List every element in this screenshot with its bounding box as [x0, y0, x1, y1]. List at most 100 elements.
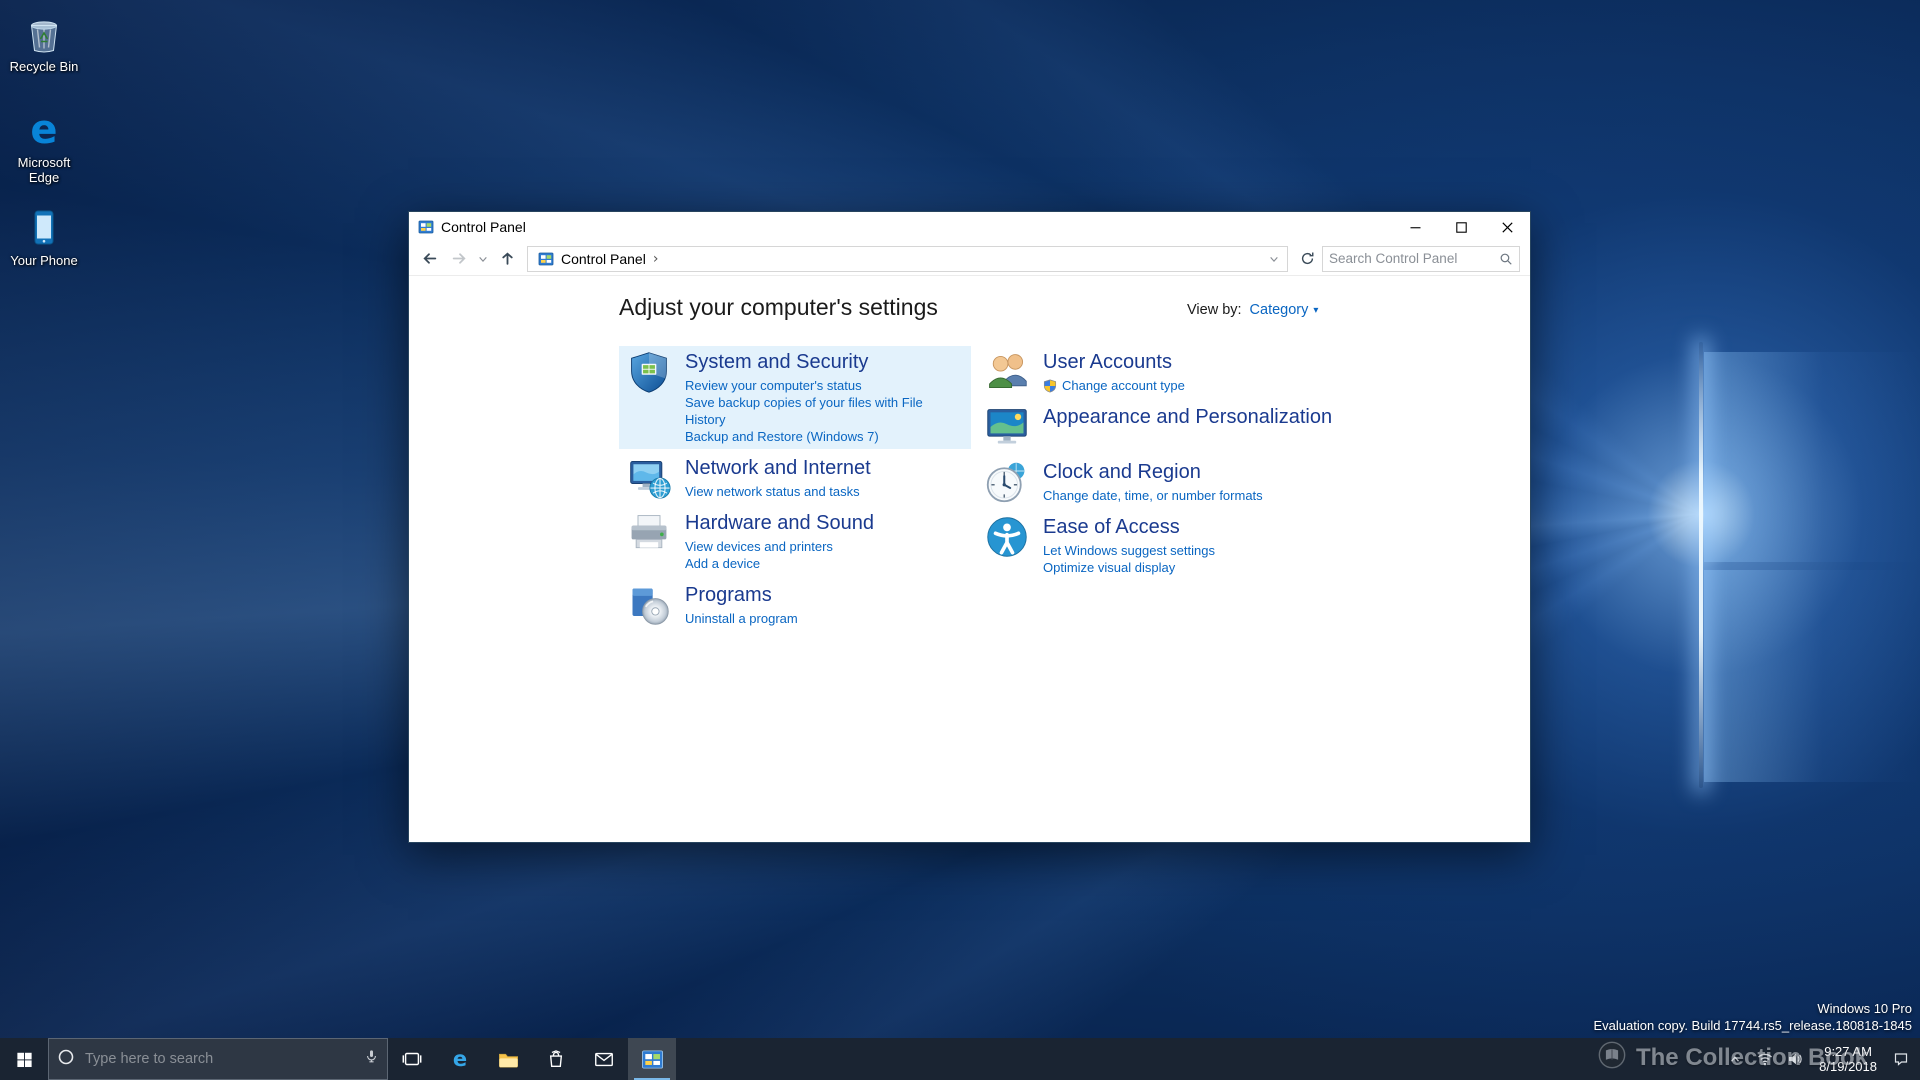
wallpaper-light-beam — [1699, 342, 1703, 788]
category-appearance-and-personalization[interactable]: Appearance and Personalization — [977, 401, 1387, 453]
category-title[interactable]: Appearance and Personalization — [1043, 405, 1332, 429]
search-icon[interactable] — [1493, 247, 1519, 271]
breadcrumb-root[interactable]: Control Panel — [561, 251, 646, 267]
cortana-icon — [57, 1048, 75, 1071]
up-icon[interactable] — [493, 245, 521, 273]
show-hidden-icons-chevron-icon[interactable] — [1722, 1038, 1748, 1080]
evaluation-watermark: Windows 10 Pro Evaluation copy. Build 17… — [1594, 1000, 1913, 1034]
clock-icon — [985, 460, 1029, 504]
title-bar[interactable]: Control Panel — [409, 212, 1530, 242]
taskbar-mail-icon[interactable] — [580, 1038, 628, 1080]
category-title[interactable]: User Accounts — [1043, 350, 1185, 374]
taskbar: e 9:27 AM 8/19/2018 — [0, 1038, 1920, 1080]
printer-icon — [627, 511, 671, 555]
task-link[interactable]: Uninstall a program — [685, 610, 798, 627]
category-title[interactable]: Programs — [685, 583, 798, 607]
window-title: Control Panel — [441, 219, 526, 235]
desktop-icon-label: Your Phone — [10, 253, 77, 268]
view-by-control: View by: Category ▾ — [1187, 302, 1318, 318]
task-link[interactable]: Change date, time, or number formats — [1043, 487, 1263, 504]
desktop: Recycle Bin e Microsoft Edge Your Phone … — [0, 0, 1920, 1080]
task-link[interactable]: Save backup copies of your files with Fi… — [685, 394, 963, 428]
task-link[interactable]: Let Windows suggest settings — [1043, 542, 1215, 559]
control-panel-home: Adjust your computer's settings View by:… — [409, 276, 1530, 842]
user-accounts-icon — [985, 350, 1029, 394]
phone-icon — [22, 206, 66, 250]
taskbar-control-panel-icon[interactable] — [628, 1038, 676, 1080]
category-network-and-internet[interactable]: Network and Internet View network status… — [619, 452, 971, 504]
category-title[interactable]: System and Security — [685, 350, 963, 374]
task-link-admin[interactable]: Change account type — [1043, 377, 1185, 394]
microphone-icon[interactable] — [364, 1049, 379, 1069]
close-button[interactable] — [1484, 212, 1530, 242]
taskbar-file-explorer-icon[interactable] — [484, 1038, 532, 1080]
search-input[interactable] — [1323, 251, 1493, 266]
control-panel-search[interactable] — [1322, 246, 1520, 272]
category-column-right: User Accounts Change account type — [977, 346, 1387, 583]
view-by-dropdown[interactable]: Category ▾ — [1250, 302, 1319, 318]
chevron-down-icon: ▾ — [1313, 305, 1318, 316]
task-link[interactable]: View network status and tasks — [685, 483, 871, 500]
category-title[interactable]: Network and Internet — [685, 456, 871, 480]
volume-icon[interactable] — [1782, 1038, 1808, 1080]
windows-edition: Windows 10 Pro — [1594, 1000, 1913, 1017]
clock-date: 8/19/2018 — [1819, 1059, 1877, 1074]
category-hardware-and-sound[interactable]: Hardware and Sound View devices and prin… — [619, 507, 971, 576]
network-icon[interactable] — [1752, 1038, 1778, 1080]
taskbar-store-icon[interactable] — [532, 1038, 580, 1080]
category-title[interactable]: Ease of Access — [1043, 515, 1215, 539]
taskbar-search[interactable] — [48, 1038, 388, 1080]
edge-icon: e — [22, 108, 66, 152]
breadcrumb[interactable]: Control Panel › — [534, 251, 662, 267]
address-dropdown-icon[interactable] — [1263, 247, 1285, 271]
refresh-icon[interactable] — [1294, 246, 1320, 272]
forward-icon[interactable] — [445, 245, 473, 273]
build-info: Evaluation copy. Build 17744.rs5_release… — [1594, 1017, 1913, 1034]
category-title[interactable]: Clock and Region — [1043, 460, 1263, 484]
task-link[interactable]: Backup and Restore (Windows 7) — [685, 428, 963, 445]
system-tray: 9:27 AM 8/19/2018 — [1722, 1038, 1920, 1080]
task-view-button[interactable] — [388, 1038, 436, 1080]
category-programs[interactable]: Programs Uninstall a program — [619, 579, 971, 631]
security-shield-icon — [627, 350, 671, 394]
desktop-icon-label: Recycle Bin — [10, 59, 79, 74]
address-bar[interactable]: Control Panel › — [527, 246, 1288, 272]
minimize-button[interactable] — [1392, 212, 1438, 242]
taskbar-clock[interactable]: 9:27 AM 8/19/2018 — [1812, 1044, 1884, 1074]
category-clock-and-region[interactable]: Clock and Region Change date, time, or n… — [977, 456, 1387, 508]
navigation-toolbar: Control Panel › — [409, 242, 1530, 276]
task-link[interactable]: Review your computer's status — [685, 377, 963, 394]
category-system-and-security[interactable]: System and Security Review your computer… — [619, 346, 971, 449]
task-link[interactable]: View devices and printers — [685, 538, 874, 555]
wallpaper-light-pane-bottom — [1704, 570, 1920, 782]
category-ease-of-access[interactable]: Ease of Access Let Windows suggest setti… — [977, 511, 1387, 580]
category-column-left: System and Security Review your computer… — [619, 346, 971, 634]
accessibility-icon — [985, 515, 1029, 559]
task-link[interactable]: Add a device — [685, 555, 874, 572]
category-user-accounts[interactable]: User Accounts Change account type — [977, 346, 1387, 398]
svg-text:e: e — [30, 108, 57, 152]
clock-time: 9:27 AM — [1819, 1044, 1877, 1059]
recent-pages-chevron-icon[interactable] — [475, 245, 491, 273]
desktop-icon-label: Microsoft Edge — [4, 155, 84, 185]
network-globe-icon — [627, 456, 671, 500]
back-icon[interactable] — [415, 245, 443, 273]
desktop-icon-your-phone[interactable]: Your Phone — [4, 206, 84, 268]
desktop-icon-microsoft-edge[interactable]: e Microsoft Edge — [4, 108, 84, 185]
breadcrumb-chevron[interactable]: › — [653, 251, 659, 267]
personalization-monitor-icon — [985, 405, 1029, 449]
action-center-icon[interactable] — [1888, 1038, 1914, 1080]
maximize-button[interactable] — [1438, 212, 1484, 242]
desktop-icon-recycle-bin[interactable]: Recycle Bin — [4, 12, 84, 74]
control-panel-window: Control Panel — [408, 211, 1531, 843]
taskbar-edge-icon[interactable]: e — [436, 1038, 484, 1080]
svg-text:e: e — [453, 1047, 467, 1071]
category-title[interactable]: Hardware and Sound — [685, 511, 874, 535]
recycle-bin-icon — [22, 12, 66, 56]
page-title: Adjust your computer's settings — [619, 294, 938, 321]
task-link[interactable]: Optimize visual display — [1043, 559, 1215, 576]
control-panel-app-icon — [538, 251, 554, 267]
program-disc-icon — [627, 583, 671, 627]
taskbar-search-input[interactable] — [83, 1050, 356, 1068]
start-button[interactable] — [0, 1038, 48, 1080]
